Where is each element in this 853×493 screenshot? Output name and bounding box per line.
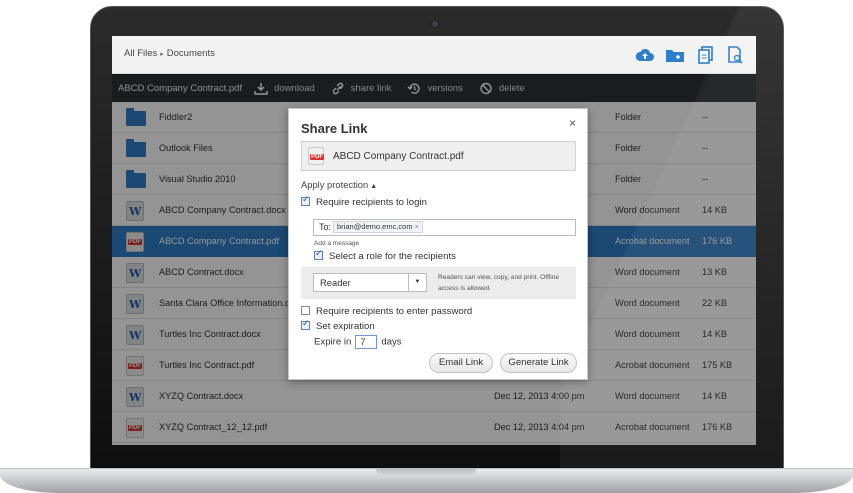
set-expiration-label: Set expiration [316,321,375,332]
app-header: All Files ▸ Documents [112,36,756,74]
pdf-icon: PDF [308,147,324,165]
remove-recipient-icon[interactable]: × [415,222,419,231]
breadcrumb-documents[interactable]: Documents [167,48,215,59]
email-link-button[interactable]: Email Link [429,353,493,373]
dropdown-arrow-icon[interactable]: ▼ [408,274,426,291]
require-login-label: Require recipients to login [316,197,427,208]
days-label: days [381,336,402,348]
expire-days-input[interactable]: 7 [355,335,378,349]
role-panel: Reader ▼ Readers can view, copy, and pri… [301,267,576,299]
generate-link-button[interactable]: Generate Link [500,353,577,373]
close-icon[interactable]: × [569,116,576,130]
screen: All Files ▸ Documents ABCD Company Contrac… [112,36,756,445]
role-value: Reader [320,277,351,288]
pdf-badge: PDF [310,154,324,160]
laptop-notch [376,468,476,476]
camera [431,20,439,28]
shared-file-name: ABCD Company Contract.pdf [333,150,464,162]
require-password-label: Require recipients to enter password [316,306,473,317]
to-label: To: [319,222,332,232]
select-role-option[interactable]: Select a role for the recipients [314,249,456,262]
upload-button[interactable] [634,44,656,66]
role-hint: Readers can view, copy, and print. Offli… [438,274,560,292]
dialog-title: Share Link [301,121,368,136]
breadcrumb-all-files[interactable]: All Files [124,48,157,59]
apply-protection-label: Apply protection [301,179,369,190]
breadcrumb: All Files ▸ Documents [124,48,215,59]
caret-up-icon: ▲ [370,183,378,190]
require-password-checkbox[interactable] [301,306,310,315]
folder-add-icon [666,50,684,62]
add-message-link[interactable]: Add a message [314,240,359,247]
copy-button[interactable] [695,44,717,66]
role-select[interactable]: Reader ▼ [313,273,427,292]
expire-in-label: Expire in [314,336,352,348]
search-document-button[interactable] [724,44,746,66]
require-login-option[interactable]: Require recipients to login [301,195,427,208]
apply-protection-toggle[interactable]: Apply protection ▲ [301,179,377,190]
document-search-icon [728,46,743,64]
require-password-option[interactable]: Require recipients to enter password [301,306,472,317]
cloud-upload-icon [635,48,654,61]
recipient-email: brian@demo.emc.com [337,222,413,231]
require-login-checkbox[interactable] [301,195,310,206]
set-expiration-option[interactable]: Set expiration [301,319,375,332]
recipient-chip: brian@demo.emc.com × [333,221,423,233]
copy-document-icon [698,46,713,64]
breadcrumb-separator: ▸ [160,51,164,58]
share-link-dialog: Share Link × PDF ABCD Company Contract.p… [288,108,588,380]
expire-row: Expire in 7 days [314,335,402,349]
recipients-field[interactable]: To: brian@demo.emc.com × [313,219,576,236]
shared-file-box: PDF ABCD Company Contract.pdf [301,141,576,171]
set-expiration-checkbox[interactable] [301,319,310,330]
select-role-checkbox[interactable] [314,249,323,260]
new-folder-button[interactable] [664,44,686,66]
select-role-label: Select a role for the recipients [329,251,456,262]
